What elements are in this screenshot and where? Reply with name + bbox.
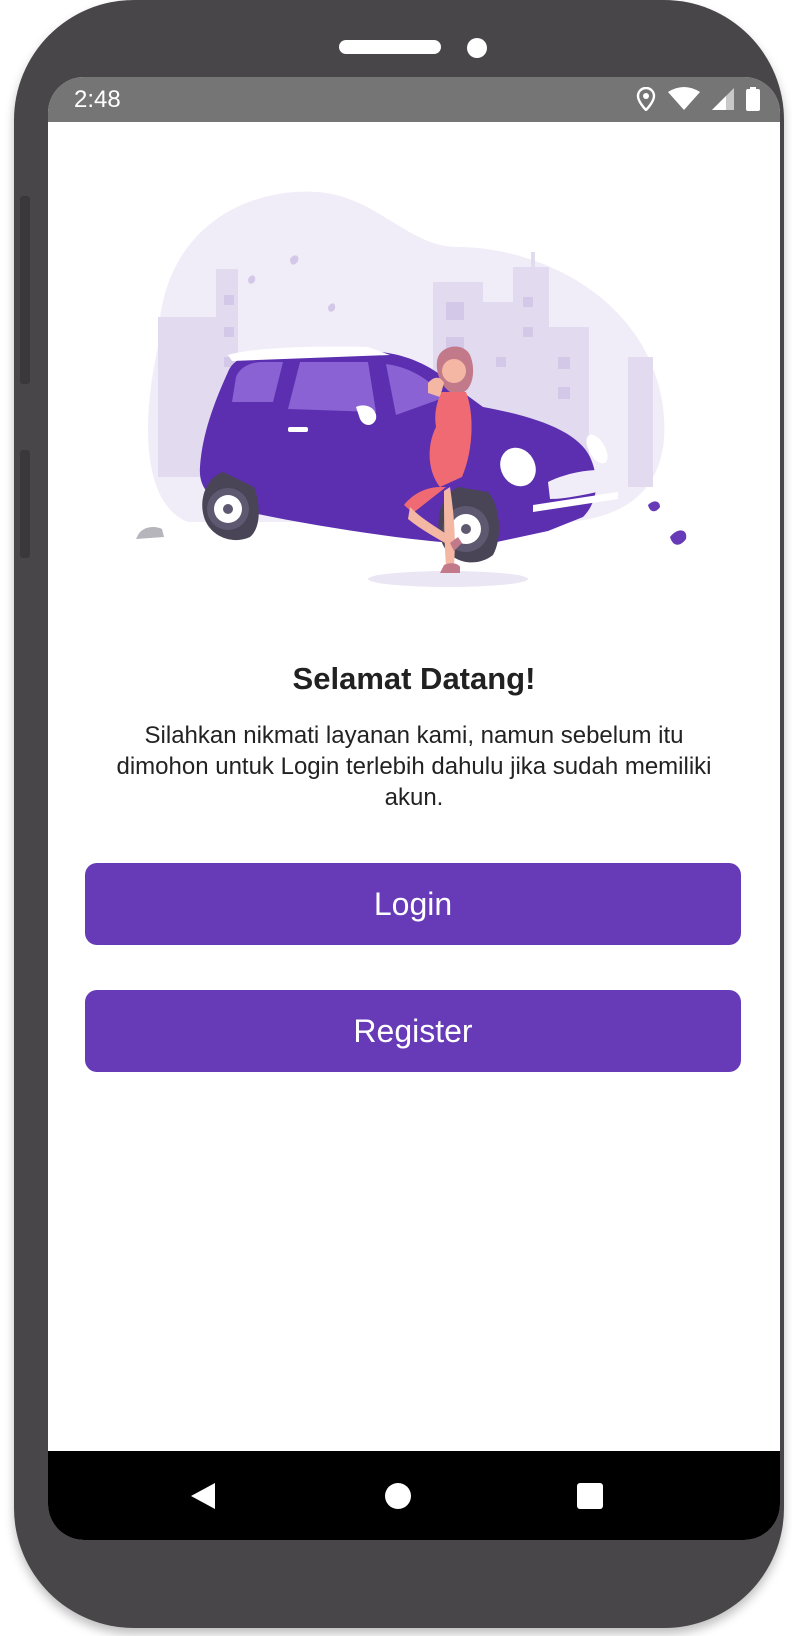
home-icon[interactable]: [381, 1479, 415, 1513]
welcome-subtitle: Silahkan nikmati layanan kami, namun seb…: [116, 722, 712, 811]
app-screen: 2:48 Selamat Datang! Silahkan nikmati la…: [48, 77, 780, 1540]
volume-button: [20, 196, 30, 384]
car-illustration: [136, 191, 687, 587]
battery-icon: [746, 87, 760, 111]
cell-signal-icon: [712, 88, 734, 110]
register-button[interactable]: Register: [85, 990, 741, 1072]
status-icons: [636, 86, 760, 112]
login-button-label: Login: [373, 885, 453, 922]
speaker-grille: [339, 40, 441, 54]
welcome-title: Selamat Datang!: [292, 661, 536, 696]
register-button-label: Register: [353, 1012, 473, 1049]
front-camera: [467, 38, 487, 58]
navigation-bar: [48, 1451, 780, 1540]
status-time: 2:48: [74, 86, 121, 113]
recents-icon[interactable]: [573, 1479, 607, 1513]
rock: [136, 527, 164, 539]
back-icon[interactable]: [185, 1479, 219, 1513]
status-bar: 2:48: [48, 77, 780, 122]
wifi-icon: [668, 87, 700, 110]
ground-shadow: [368, 571, 528, 587]
login-button[interactable]: Login: [85, 863, 741, 945]
power-button: [20, 450, 30, 558]
location-icon: [636, 87, 656, 111]
phone-frame: 2:48 Selamat Datang! Silahkan nikmati la…: [14, 0, 784, 1628]
